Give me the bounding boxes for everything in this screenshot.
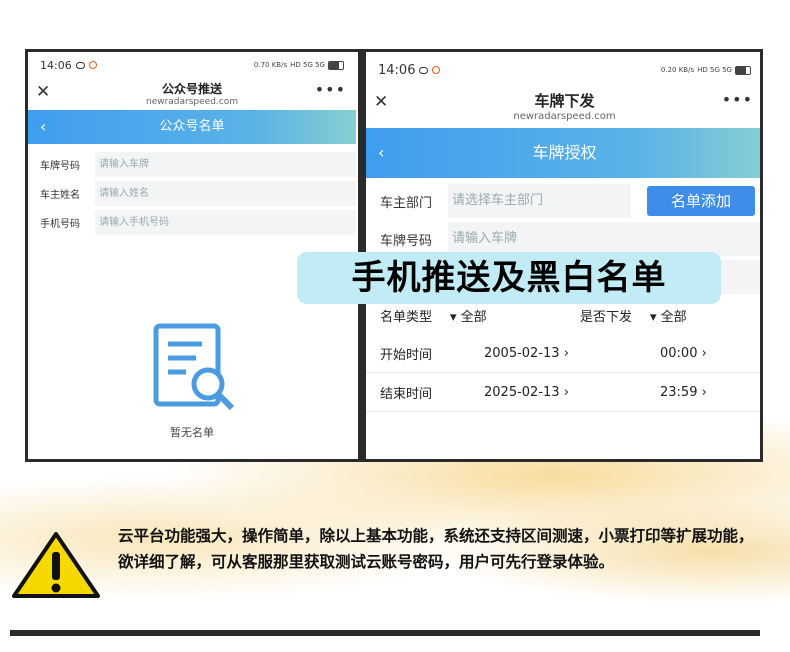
start-time-picker[interactable]: 00:00 ›: [660, 346, 707, 361]
record-icon: [432, 66, 441, 74]
end-date-picker[interactable]: 2025-02-13 ›: [484, 385, 660, 400]
plate-input[interactable]: 请输入车牌: [448, 222, 760, 256]
empty-text: 暂无名单: [170, 426, 214, 439]
dept-select[interactable]: 请选择车主部门: [448, 184, 631, 218]
battery-icon: [328, 60, 344, 70]
form-row-plate: 车牌号码 请输入车牌: [28, 150, 356, 179]
start-label: 开始时间: [380, 347, 433, 363]
plate-input[interactable]: 请输入车牌: [95, 152, 356, 177]
signal-icons: 0.70 KB/s HD 5G 5G: [254, 60, 344, 70]
page-title: 车牌下发: [534, 92, 595, 110]
heart-icon: [75, 61, 85, 69]
close-icon[interactable]: ✕: [374, 92, 388, 112]
nav-bar: ‹ 公众号名单: [28, 110, 356, 144]
list-type-label: 名单类型: [380, 309, 433, 325]
page-url: newradarspeed.com: [513, 111, 616, 122]
form-row-name: 车主姓名 请输入姓名: [28, 179, 356, 208]
page-title: 公众号推送: [161, 82, 222, 96]
end-time-row: 结束时间 2025-02-13 › 23:59 ›: [366, 373, 760, 412]
signal-icons: 0.20 KB/s HD 5G 5G: [661, 65, 751, 75]
status-bar: 14:06 0.70 KB/s HD 5G 5G: [28, 52, 356, 78]
list-type-select[interactable]: ▾ 全部: [450, 306, 580, 325]
field-label: 车主姓名: [40, 190, 80, 201]
status-bar: 14:06 0.20 KB/s HD 5G 5G: [366, 52, 760, 88]
name-input[interactable]: 请输入姓名: [95, 181, 356, 206]
feature-banner: 手机推送及黑白名单: [297, 252, 721, 304]
field-label: 车牌号码: [40, 161, 80, 172]
end-time-picker[interactable]: 23:59 ›: [660, 385, 707, 400]
back-icon[interactable]: ‹: [40, 110, 46, 144]
status-time: 14:06: [40, 58, 72, 72]
issued-select[interactable]: ▾ 全部: [650, 306, 687, 325]
status-time: 14:06: [378, 62, 416, 78]
form-row-dept: 车主部门 请选择车主部门 名单添加: [366, 182, 760, 220]
more-icon[interactable]: •••: [722, 90, 753, 109]
start-time-row: 开始时间 2005-02-13 › 00:00 ›: [366, 334, 760, 373]
more-icon[interactable]: •••: [315, 80, 346, 99]
heart-icon: [419, 66, 429, 74]
field-label: 手机号码: [40, 219, 80, 230]
field-label: 车牌号码: [380, 233, 433, 249]
divider: [10, 630, 760, 636]
warning-icon: [10, 530, 102, 604]
nav-title: 车牌授权: [532, 143, 597, 162]
empty-state: 暂无名单: [28, 322, 356, 440]
back-icon[interactable]: ‹: [378, 128, 384, 178]
page-url: newradarspeed.com: [145, 97, 239, 107]
nav-title: 公众号名单: [159, 119, 225, 134]
phone-input[interactable]: 请输入手机号码: [95, 210, 356, 235]
title-bar: ✕ 车牌下发 newradarspeed.com •••: [366, 88, 760, 128]
start-date-picker[interactable]: 2005-02-13 ›: [484, 346, 660, 361]
form-row-phone: 手机号码 请输入手机号码: [28, 208, 356, 237]
battery-icon: [735, 65, 751, 75]
empty-document-search-icon: [153, 323, 235, 411]
record-icon: [88, 61, 97, 69]
field-label: 车主部门: [380, 195, 433, 211]
title-bar: ✕ 公众号推送 newradarspeed.com •••: [28, 78, 356, 110]
end-label: 结束时间: [380, 386, 433, 402]
nav-bar: ‹ 车牌授权: [366, 128, 760, 178]
add-list-button[interactable]: 名单添加: [646, 186, 755, 216]
close-icon[interactable]: ✕: [36, 82, 50, 102]
issued-label: 是否下发: [580, 309, 633, 325]
feature-note: 云平台功能强大，操作简单，除以上基本功能，系统还支持区间测速，小票打印等扩展功能…: [118, 527, 754, 571]
